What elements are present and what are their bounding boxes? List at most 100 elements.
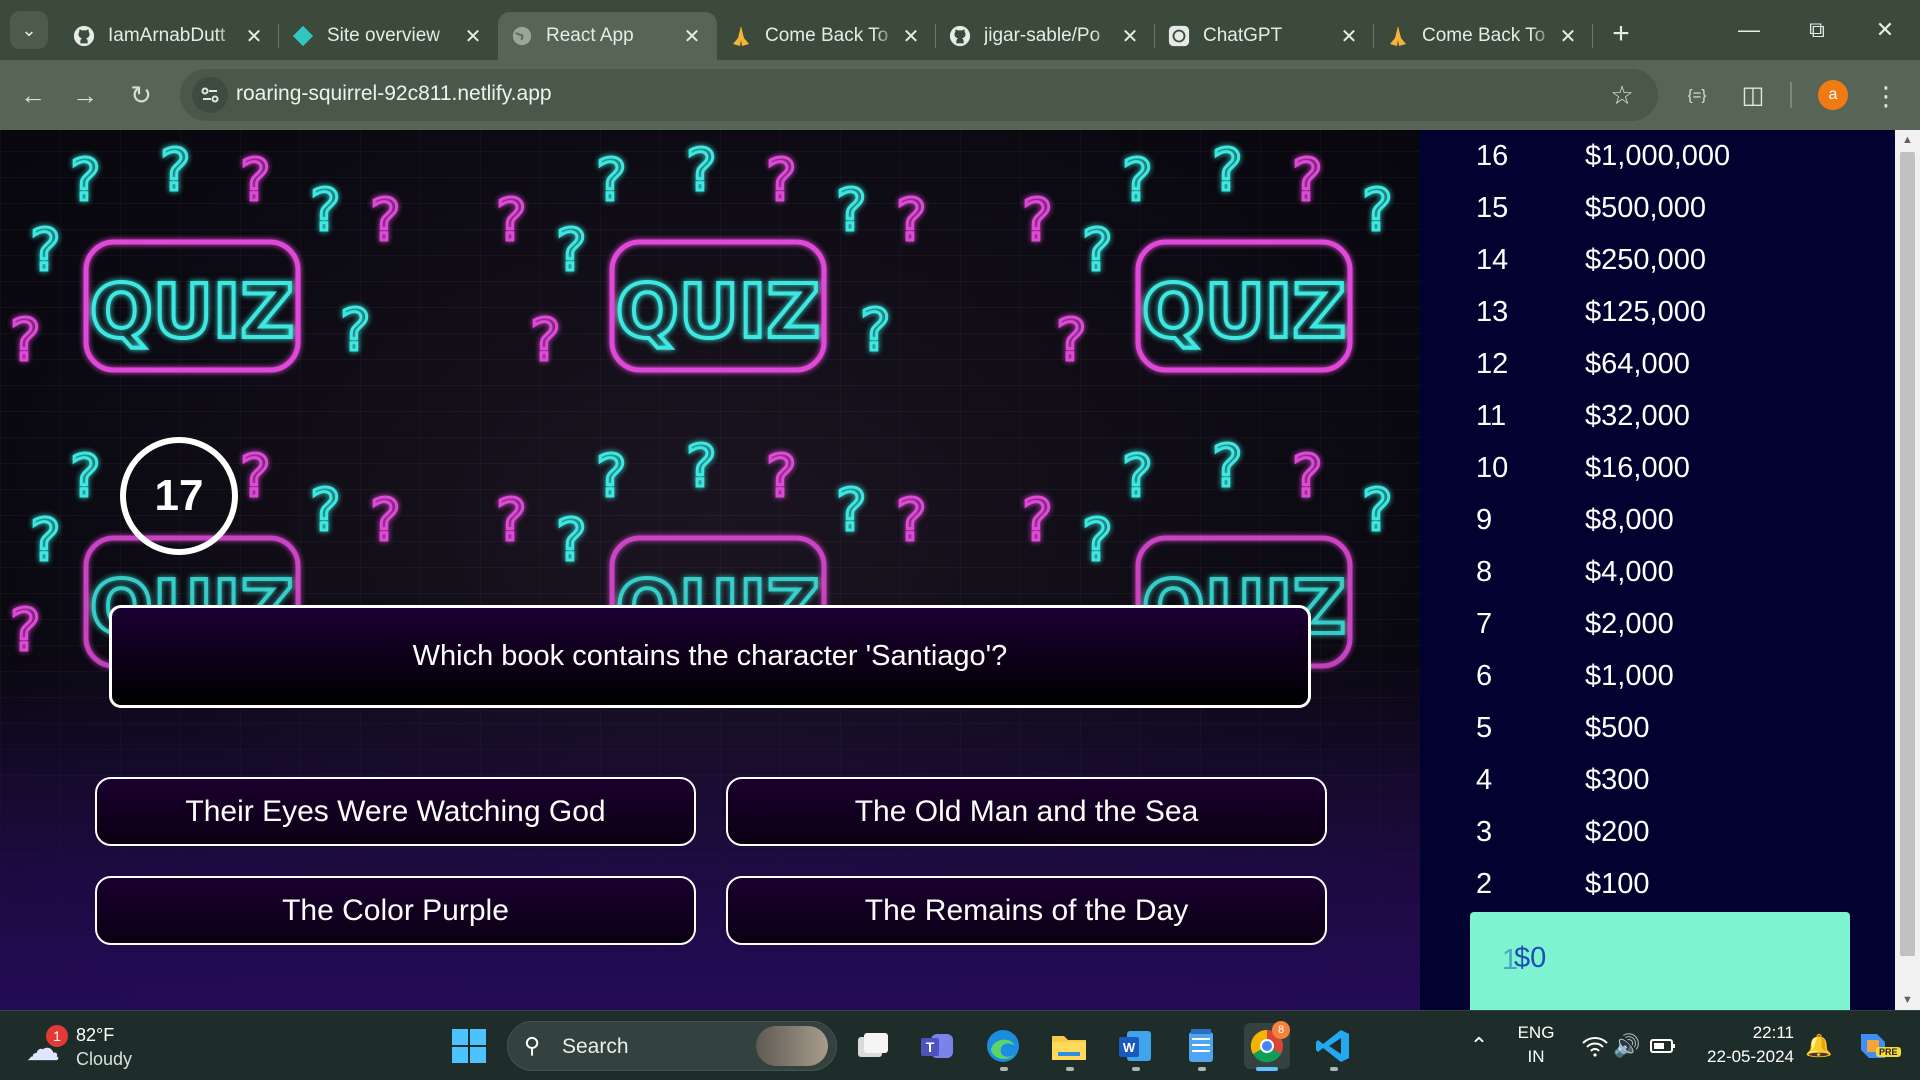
github-icon [72,24,96,48]
level-amount: $125,000 [1585,295,1706,328]
answer-option-d[interactable]: The Remains of the Day [726,876,1327,945]
search-icon: ⚲ [524,1033,541,1058]
pyramid-row: 16 $1,000,000 [1420,130,1895,182]
lang-top[interactable]: ENG [1516,1023,1556,1043]
tab-title: jigar-sable/Po [984,25,1101,46]
window-close-button[interactable]: ✕ [1850,0,1920,60]
level-amount: $200 [1585,815,1650,848]
pray-hands-icon [1386,24,1410,48]
extensions-puzzle-icon[interactable]: ◫ [1734,76,1772,114]
tab-4[interactable]: jigar-sable/Po ✕ [936,12,1155,60]
forward-button[interactable]: → [64,74,106,116]
tab-5[interactable]: ChatGPT ✕ [1155,12,1374,60]
level-amount: $300 [1585,763,1650,796]
scroll-up-arrow-icon[interactable]: ▲ [1895,130,1920,150]
address-bar[interactable]: roaring-squirrel-92c811.netlify.app ☆ [180,69,1658,121]
word-icon[interactable]: W [1112,1023,1158,1069]
answer-option-a[interactable]: Their Eyes Were Watching God [95,777,696,846]
neon-sign-text: QUIZ [1142,269,1346,355]
tab-title: ChatGPT [1203,25,1283,46]
neon-sign-text: QUIZ [616,269,820,355]
minimize-button[interactable]: — [1714,0,1784,60]
close-icon[interactable]: ✕ [462,25,484,48]
copilot-badge: PRE [1876,1047,1901,1057]
tab-2-active[interactable]: React App ✕ [498,12,717,60]
tab-1[interactable]: Site overview ✕ [279,12,498,60]
level-amount: $64,000 [1585,347,1690,380]
level-amount: $1,000 [1585,659,1674,692]
active-indicator [1256,1067,1278,1071]
clock-date[interactable]: 22-05-2024 [1694,1047,1794,1067]
pyramid-row: 10 $16,000 [1420,442,1895,494]
level-amount: $500,000 [1585,191,1706,224]
tab-6[interactable]: Come Back To ✕ [1374,12,1593,60]
money-pyramid: 16 $1,000,000 15 $500,000 14 $250,000 13 $12… [1420,130,1895,1010]
new-tab-button[interactable]: + [1599,12,1643,56]
notification-bell-icon[interactable]: 🔔 [1796,1023,1842,1069]
chrome-menu-icon[interactable]: ⋮ [1870,76,1902,116]
level-number: 5 [1476,711,1493,744]
copilot-icon[interactable]: PRE [1850,1023,1901,1069]
globe-icon [510,24,534,48]
extension-json-icon[interactable]: {=} [1678,76,1716,114]
close-icon[interactable]: ✕ [681,25,703,48]
answer-option-c[interactable]: The Color Purple [95,876,696,945]
level-amount: $16,000 [1585,451,1690,484]
chrome-icon[interactable]: 8 [1244,1021,1290,1069]
vertical-scrollbar[interactable]: ▲ ▼ [1895,130,1920,1010]
weather-widget[interactable]: ☁ 1 82°F Cloudy [26,1023,186,1071]
level-number: 16 [1476,139,1509,172]
tab-search-button[interactable]: ⌄ [10,11,48,49]
taskbar-search-box[interactable]: ⚲ Search [507,1021,837,1071]
profile-avatar[interactable]: a [1818,80,1848,110]
openai-icon [1167,24,1191,48]
tab-3[interactable]: Come Back To ✕ [717,12,936,60]
tab-title: Site overview [327,25,440,46]
level-number: 8 [1476,555,1493,588]
close-icon[interactable]: ✕ [1338,25,1360,48]
vscode-icon[interactable] [1310,1023,1356,1069]
close-icon[interactable]: ✕ [1119,25,1141,48]
bookmark-star-icon[interactable]: ☆ [1606,79,1638,111]
weather-temp: 82°F [76,1025,115,1045]
chevron-down-icon: ⌄ [21,19,37,40]
pyramid-row: 4 $300 [1420,754,1895,806]
current-level-highlight: 1 $0 [1470,912,1850,1010]
tab-title: Come Back To [765,25,889,46]
page-content: ? ? QUIZ QUIZ QUIZ [0,130,1920,1010]
pyramid-row: 15 $500,000 [1420,182,1895,234]
lang-bottom[interactable]: IN [1516,1047,1556,1067]
teams-icon[interactable]: T [914,1023,960,1069]
answer-option-b[interactable]: The Old Man and the Sea [726,777,1327,846]
scrollbar-thumb[interactable] [1900,152,1915,956]
notepad-icon[interactable] [1178,1023,1224,1069]
running-indicator [1198,1067,1206,1071]
current-level-amount: $0 [1514,942,1547,974]
restore-button[interactable]: ⧉ [1782,0,1852,60]
level-number: 7 [1476,607,1493,640]
pray-hands-icon [729,24,753,48]
edge-icon[interactable] [980,1023,1026,1069]
reload-button[interactable]: ↻ [120,74,162,116]
pyramid-row: 12 $64,000 [1420,338,1895,390]
tab-0[interactable]: IamArnabDutt ✕ [60,12,279,60]
file-explorer-icon[interactable] [1046,1023,1092,1069]
running-indicator [1132,1067,1140,1071]
running-indicator [1000,1067,1008,1071]
task-view-icon[interactable] [850,1023,896,1069]
windows-start-icon[interactable] [446,1023,492,1069]
clock-time[interactable]: 22:11 [1694,1023,1794,1043]
tray-chevron-up-icon[interactable]: ⌃ [1456,1023,1502,1069]
svg-text:W: W [1123,1040,1136,1055]
scroll-down-arrow-icon[interactable]: ▼ [1895,990,1920,1010]
site-info-icon[interactable] [192,77,228,113]
battery-icon[interactable] [1640,1023,1686,1069]
close-icon[interactable]: ✕ [900,25,922,48]
close-icon[interactable]: ✕ [1557,25,1579,48]
close-icon[interactable]: ✕ [243,25,265,48]
back-button[interactable]: ← [12,74,54,116]
level-number: 2 [1476,867,1493,900]
question-box: Which book contains the character 'Santi… [109,605,1311,708]
github-icon [948,24,972,48]
url-text[interactable]: roaring-squirrel-92c811.netlify.app [236,82,552,106]
